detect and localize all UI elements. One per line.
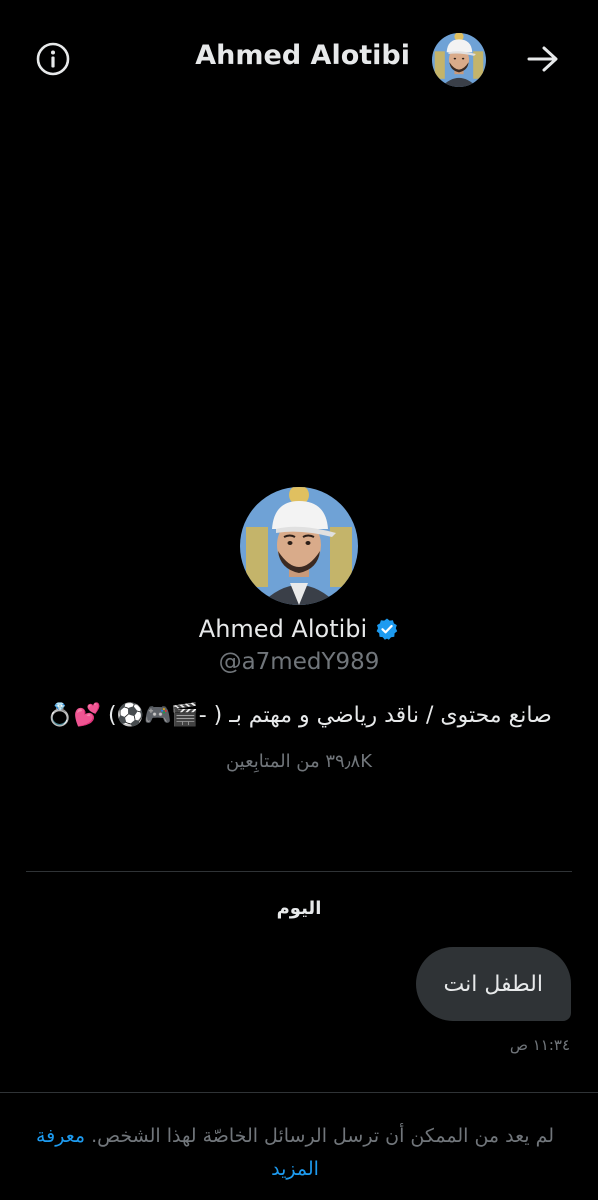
back-button[interactable]	[526, 42, 560, 76]
profile-avatar[interactable]	[240, 487, 358, 605]
followers-count[interactable]: ٣٩٫٨K من المتابِعين	[0, 751, 598, 772]
message-timestamp: ١١:٣٤ ص	[509, 1036, 570, 1054]
profile-name: Ahmed Alotibi	[198, 615, 368, 643]
info-circle-icon	[36, 42, 70, 76]
message-text: الطفل انت	[443, 971, 543, 997]
notice-text: لم يعد من الممكن أن ترسل الرسائل الخاصّة…	[91, 1125, 555, 1147]
section-divider	[26, 871, 572, 872]
profile-name-row: Ahmed Alotibi	[0, 615, 598, 643]
dm-disabled-notice: لم يعد من الممكن أن ترسل الرسائل الخاصّة…	[30, 1120, 560, 1186]
conversation-title[interactable]: Ahmed Alotibi	[195, 40, 410, 71]
message-bubble-outgoing[interactable]: الطفل انت	[415, 947, 571, 1021]
arrow-right-icon	[527, 46, 558, 72]
day-separator: اليوم	[276, 898, 322, 919]
avatar-image	[432, 33, 486, 87]
verified-badge-icon	[376, 618, 398, 640]
profile-handle: @a7medY989	[218, 649, 380, 675]
top-bar: Ahmed Alotibi	[0, 0, 598, 120]
avatar-image	[240, 487, 358, 605]
profile-summary[interactable]: Ahmed Alotibi @a7medY989 صانع محتوى / نا…	[0, 487, 598, 772]
info-button[interactable]	[36, 42, 70, 76]
profile-bio: صانع محتوى / ناقد رياضي و مهتم بـ ( -🎬🎮⚽…	[46, 703, 552, 728]
dm-conversation-screen: Ahmed Alotibi Ahmed Alotibi @a7medY989 ص…	[0, 0, 598, 1200]
header-avatar[interactable]	[432, 33, 486, 87]
footer-divider	[0, 1092, 598, 1093]
